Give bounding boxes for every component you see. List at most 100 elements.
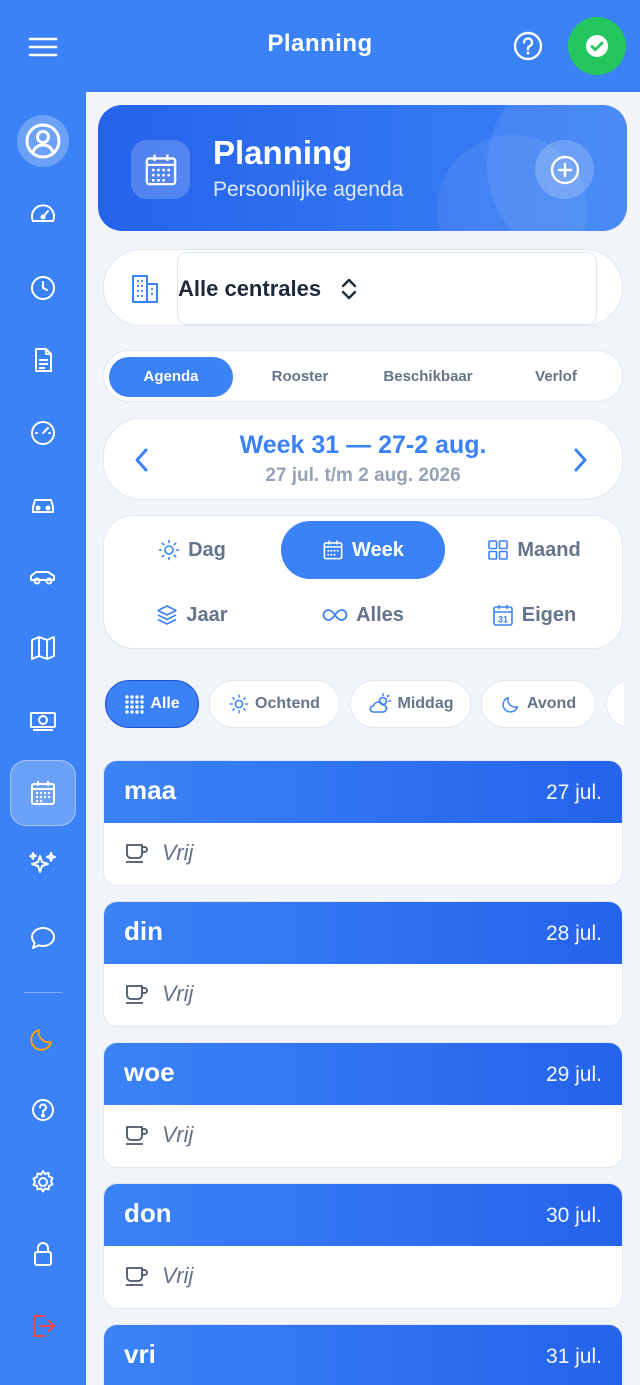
coffee-cup-icon — [126, 1267, 148, 1286]
view-day[interactable]: Dag — [110, 521, 274, 579]
day-status: Vrij — [124, 1263, 193, 1289]
help-icon[interactable] — [512, 30, 544, 62]
chevron-right-icon[interactable] — [570, 447, 590, 473]
day-status-label: Vrij — [162, 840, 194, 865]
time-filter-chips: Alle Ochtend Middag Avond — [105, 680, 624, 730]
sidebar-item-ai[interactable] — [10, 832, 76, 898]
sun-icon — [229, 694, 249, 714]
tab-beschikbaar[interactable]: Beschikbaar — [366, 357, 490, 397]
tab-rooster[interactable]: Rooster — [238, 357, 362, 397]
banknote-icon — [30, 712, 56, 731]
car-side-icon — [30, 571, 55, 585]
day-card[interactable]: vri 31 jul. — [103, 1324, 623, 1385]
day-card-header: vri 31 jul. — [104, 1325, 622, 1385]
filter-more[interactable] — [606, 680, 624, 728]
day-date: 28 jul. — [545, 922, 602, 945]
week-navigator: Week 31 — 27-2 aug. 27 jul. t/m 2 aug. 2… — [103, 418, 623, 500]
view-selector: Dag Week Maand Jaar Alles 31 Eigen — [103, 515, 623, 649]
day-date: 27 jul. — [545, 781, 602, 804]
app-title: Planning — [267, 30, 373, 57]
day-status-label: Vrij — [162, 1122, 194, 1147]
day-name: vri — [124, 1339, 156, 1369]
sidebar-item-map[interactable] — [10, 615, 76, 681]
view-week-label: Week — [352, 538, 404, 561]
clock-icon — [31, 276, 55, 300]
map-icon — [31, 636, 55, 660]
sidebar-item-lock[interactable] — [10, 1221, 76, 1287]
view-custom[interactable]: 31 Eigen — [452, 586, 616, 644]
grid-dots-icon — [125, 695, 145, 714]
day-date: 29 jul. — [545, 1063, 602, 1086]
view-day-label: Dag — [188, 538, 226, 561]
view-month-label: Maand — [517, 538, 581, 561]
status-check-button[interactable] — [568, 17, 626, 75]
cloud-sun-icon — [368, 693, 391, 713]
day-date: 30 jul. — [545, 1204, 602, 1227]
help-icon — [32, 1099, 54, 1121]
sidebar-item-profile[interactable] — [10, 108, 76, 174]
user-circle-icon — [25, 123, 61, 159]
central-select[interactable]: Alle centrales — [177, 252, 597, 325]
day-card-header: din 28 jul. — [104, 902, 622, 964]
day-card[interactable]: don 30 jul. Vrij — [103, 1183, 623, 1309]
moon-icon — [30, 1029, 52, 1051]
chat-icon — [31, 927, 55, 949]
sidebar-divider — [24, 992, 62, 993]
day-name: din — [124, 916, 163, 946]
tab-agenda[interactable]: Agenda — [109, 357, 233, 397]
chevron-up-down-icon — [341, 278, 357, 300]
sidebar-item-rides[interactable] — [10, 543, 76, 609]
sidebar-item-help[interactable] — [10, 1077, 76, 1143]
calendar-icon — [31, 781, 55, 805]
filter-morning[interactable]: Ochtend — [209, 680, 340, 728]
filter-all[interactable]: Alle — [105, 680, 199, 728]
logout-icon — [33, 1315, 55, 1337]
sidebar-item-chat[interactable] — [10, 905, 76, 971]
sidebar-item-performance[interactable] — [10, 399, 76, 465]
day-status: Vrij — [124, 840, 193, 866]
view-custom-label: Eigen — [521, 603, 577, 626]
day-card-header: maa 27 jul. — [104, 761, 622, 823]
filter-evening[interactable]: Avond — [481, 680, 596, 728]
sidebar-item-logout[interactable] — [10, 1293, 76, 1359]
filter-morning-label: Ochtend — [255, 695, 320, 712]
coffee-cup-icon — [126, 1126, 148, 1145]
day-status: Vrij — [124, 981, 193, 1007]
sidebar-item-dark-mode[interactable] — [10, 1005, 76, 1071]
tab-verlof[interactable]: Verlof — [494, 357, 618, 397]
day-card[interactable]: din 28 jul. Vrij — [103, 901, 623, 1027]
day-card[interactable]: woe 29 jul. Vrij — [103, 1042, 623, 1168]
filter-afternoon[interactable]: Middag — [350, 680, 471, 728]
sidebar-item-planning[interactable] — [10, 760, 76, 826]
sun-icon — [158, 539, 180, 561]
filter-all-label: Alle — [150, 695, 180, 712]
sidebar-item-vehicles[interactable] — [10, 471, 76, 537]
filter-evening-label: Avond — [526, 695, 577, 712]
view-week[interactable]: Week — [281, 521, 445, 579]
week-title: Week 31 — 27-2 aug. — [239, 431, 487, 459]
avatar — [17, 115, 69, 167]
day-status-label: Vrij — [162, 1263, 194, 1288]
view-all[interactable]: Alles — [281, 586, 445, 644]
view-year[interactable]: Jaar — [110, 586, 274, 644]
sparkles-icon — [29, 852, 56, 873]
svg-text:31: 31 — [498, 615, 508, 625]
building-icon — [132, 275, 158, 303]
sidebar-item-time[interactable] — [10, 255, 76, 321]
grid-icon — [488, 540, 509, 560]
day-status: Vrij — [124, 1122, 193, 1148]
sidebar-item-payments[interactable] — [10, 687, 76, 753]
day-card-header: woe 29 jul. — [104, 1043, 622, 1105]
settings-icon — [32, 1170, 54, 1193]
calendar-icon — [145, 154, 176, 185]
sidebar-item-dashboard[interactable] — [10, 182, 76, 248]
sidebar-item-settings[interactable] — [10, 1149, 76, 1215]
lock-icon — [34, 1242, 52, 1266]
sidebar-item-documents[interactable] — [10, 327, 76, 393]
central-select-value: Alle centrales — [178, 276, 322, 301]
view-month[interactable]: Maand — [452, 521, 616, 579]
layers-icon — [157, 605, 178, 625]
planning-tabs: Agenda Rooster Beschikbaar Verlof — [103, 350, 623, 402]
add-button[interactable] — [535, 140, 594, 199]
day-card[interactable]: maa 27 jul. Vrij — [103, 760, 623, 886]
